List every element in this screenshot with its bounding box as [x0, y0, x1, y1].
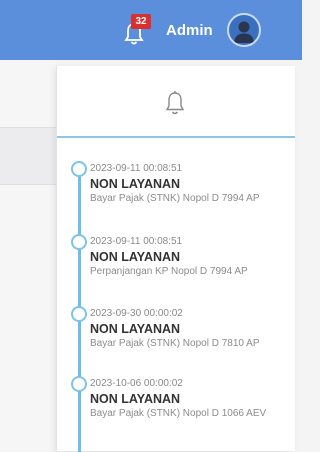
background-row — [0, 127, 56, 185]
notification-title: NON LAYANAN — [90, 392, 181, 406]
notification-timestamp: 2023-10-06 00:00:02 — [90, 378, 183, 389]
notification-timestamp: 2023-09-30 00:00:02 — [90, 308, 183, 319]
notification-description: Bayar Pajak (STNK) Nopol D 1066 AEV — [90, 408, 267, 419]
timeline-dot — [71, 161, 87, 177]
notification-title: NON LAYANAN — [90, 322, 181, 336]
notification-title: NON LAYANAN — [90, 177, 181, 191]
notification-description: Bayar Pajak (STNK) Nopol D 7810 AP — [90, 338, 260, 349]
user-name-label[interactable]: Admin — [166, 22, 213, 39]
notification-timestamp: 2023-09-11 00:08:51 — [90, 236, 183, 247]
notification-timestamp: 2023-09-11 00:08:51 — [90, 163, 183, 174]
timeline-dot — [71, 306, 87, 322]
notification-dropdown-header — [57, 66, 295, 138]
notification-bell-button[interactable]: 32 — [120, 14, 151, 48]
timeline-dot — [71, 234, 87, 250]
notification-description: Bayar Pajak (STNK) Nopol D 7994 AP — [90, 193, 260, 204]
timeline-dot — [71, 376, 87, 392]
bell-outline-icon — [165, 91, 185, 115]
background-content — [0, 60, 56, 451]
notification-dropdown: 2023-09-11 00:08:51 NON LAYANAN Bayar Pa… — [56, 66, 295, 452]
notification-title: NON LAYANAN — [90, 250, 181, 264]
notification-count-badge: 32 — [131, 14, 151, 29]
user-avatar[interactable] — [227, 13, 261, 47]
user-avatar-icon — [234, 21, 254, 43]
top-navbar: 32 Admin — [0, 0, 302, 60]
notification-description: Perpanjangan KP Nopol D 7994 AP — [90, 266, 248, 277]
